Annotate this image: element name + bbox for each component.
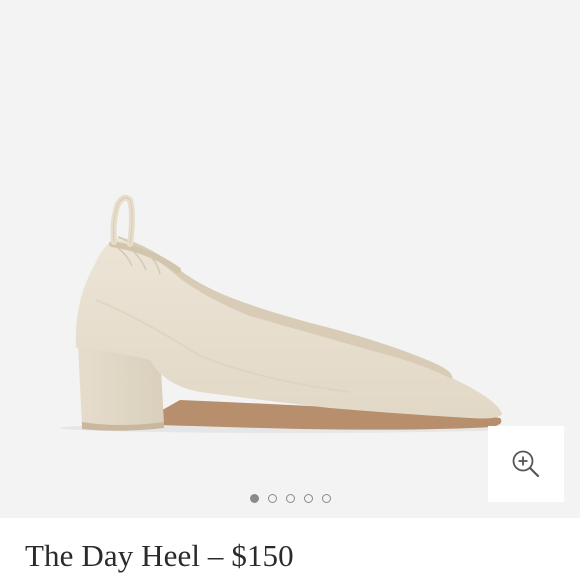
- carousel-dot-3[interactable]: [285, 493, 295, 503]
- product-page: The Day Heel – $150: [0, 0, 580, 580]
- product-gallery[interactable]: [0, 0, 580, 518]
- zoom-in-icon: [511, 449, 541, 479]
- carousel-dot-4[interactable]: [303, 493, 313, 503]
- carousel-dot-2[interactable]: [267, 493, 277, 503]
- zoom-button[interactable]: [488, 426, 564, 502]
- product-title: The Day Heel – $150: [25, 538, 294, 573]
- carousel-dot-5[interactable]: [321, 493, 331, 503]
- carousel-dot-1[interactable]: [249, 493, 259, 503]
- carousel-pagination: [0, 492, 580, 504]
